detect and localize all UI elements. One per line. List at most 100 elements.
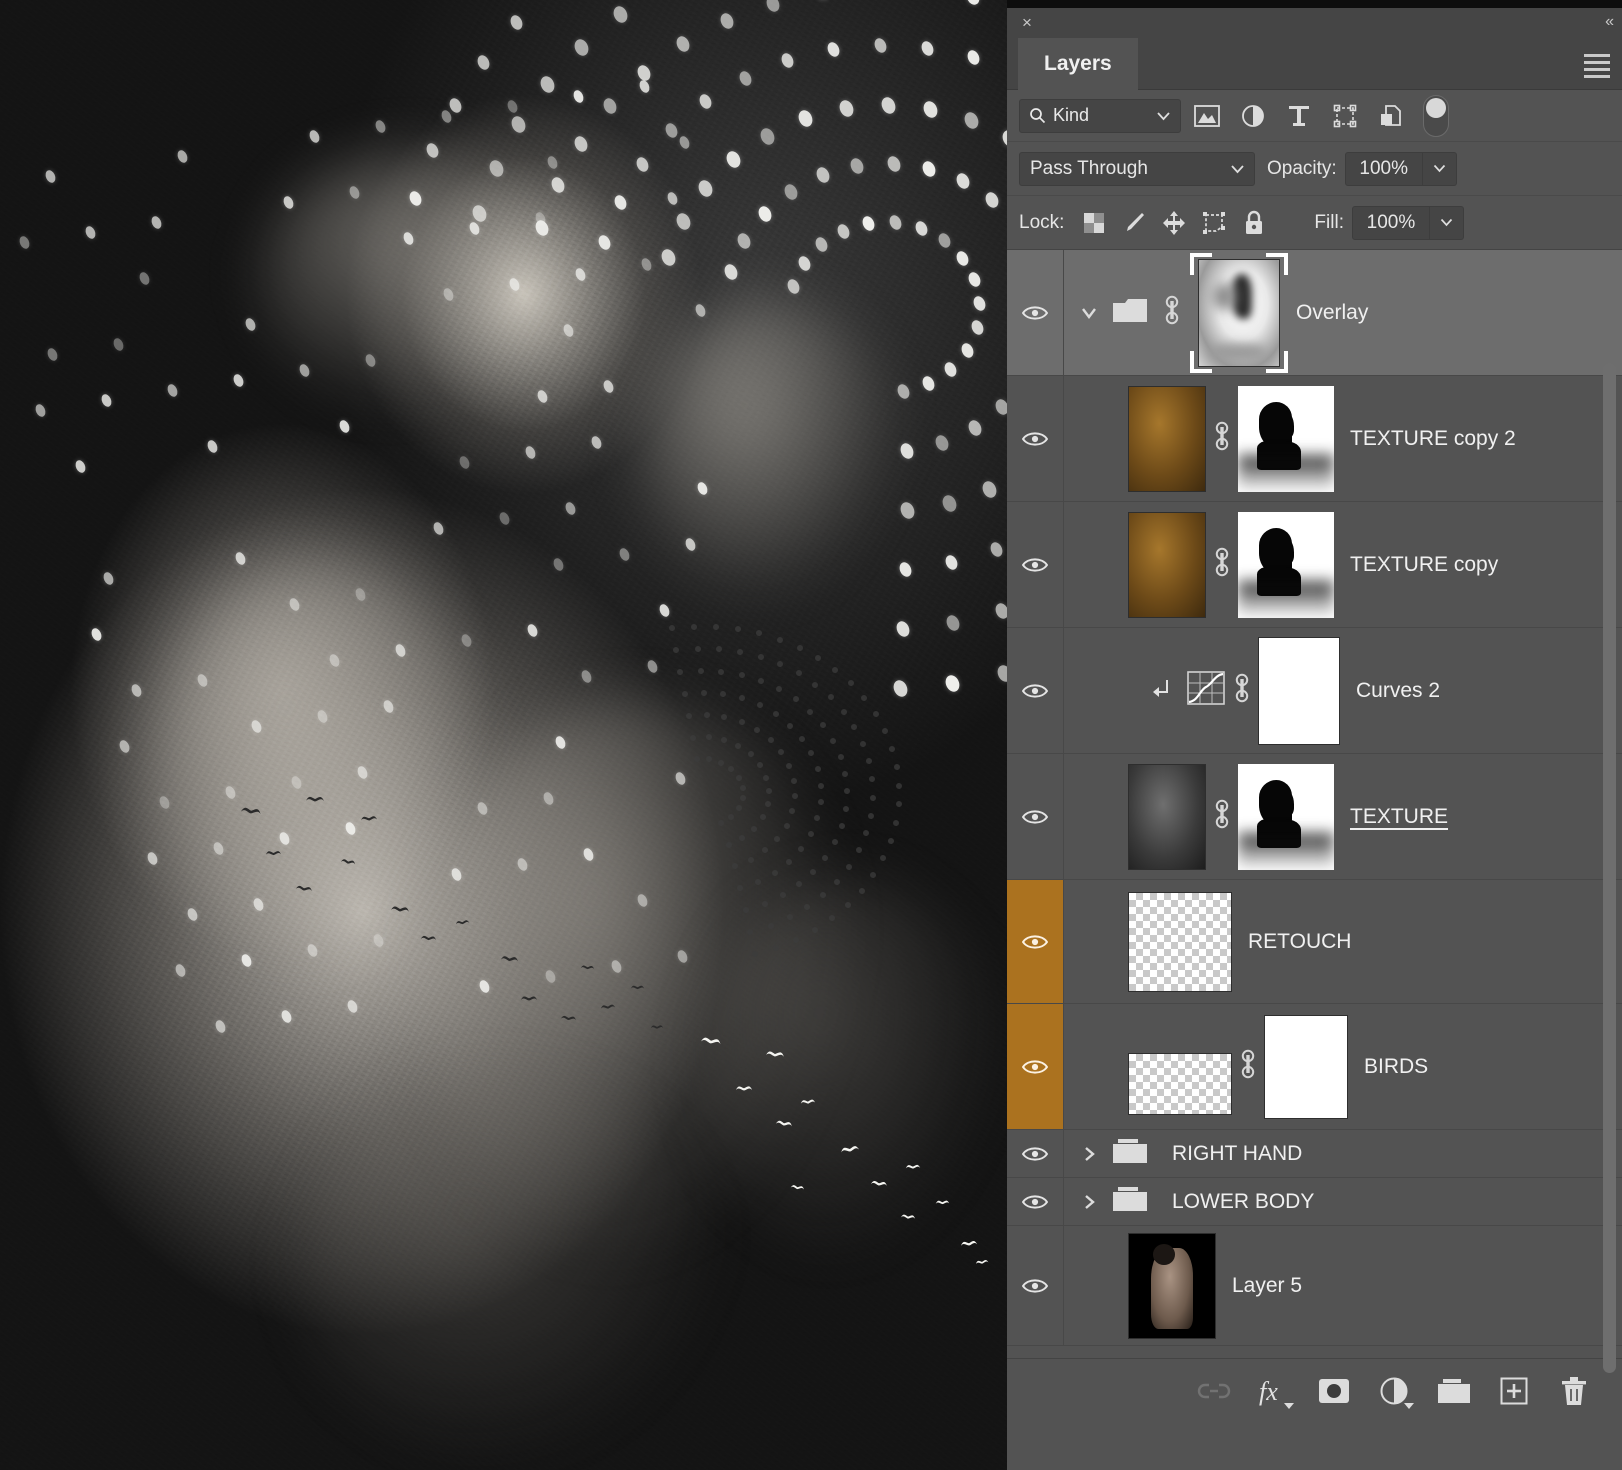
group-folder-icon[interactable]	[1112, 1185, 1148, 1218]
group-mask-thumbnail[interactable]	[1198, 259, 1280, 367]
layer-name-label[interactable]: TEXTURE copy	[1350, 553, 1498, 577]
layer-row-content[interactable]: RETOUCH	[1064, 880, 1622, 1003]
layer-row-content[interactable]: BIRDS	[1064, 1004, 1622, 1129]
tab-layers[interactable]: Layers	[1018, 38, 1138, 90]
layer-name-label[interactable]: TEXTURE copy 2	[1350, 427, 1516, 451]
group-disclosure-triangle[interactable]	[1074, 306, 1104, 320]
layer-thumbnail[interactable]	[1128, 1233, 1216, 1339]
layer-visibility-toggle[interactable]	[1007, 1178, 1064, 1225]
lock-artboard-nesting-icon[interactable]	[1194, 206, 1234, 240]
layer-name-label[interactable]: RETOUCH	[1248, 930, 1351, 954]
mask-link-icon[interactable]	[1163, 293, 1181, 332]
layer-visibility-toggle[interactable]	[1007, 1004, 1064, 1129]
layer-mask-thumbnail[interactable]	[1238, 512, 1334, 618]
filter-enable-toggle[interactable]	[1423, 95, 1449, 137]
group-disclosure-triangle[interactable]	[1074, 1145, 1104, 1163]
filter-kind-select[interactable]: Kind	[1019, 99, 1181, 133]
layer-name-label[interactable]: RIGHT HAND	[1172, 1142, 1302, 1166]
layer-thumbnail[interactable]	[1128, 386, 1206, 492]
layer-name-label[interactable]: Overlay	[1296, 301, 1368, 325]
layer-row[interactable]: Overlay	[1007, 250, 1622, 376]
layer-thumbnail[interactable]	[1128, 764, 1206, 870]
filter-kind-label: Kind	[1053, 105, 1089, 126]
fill-stepper[interactable]	[1430, 206, 1464, 240]
mask-link-icon[interactable]	[1233, 671, 1251, 710]
layer-visibility-toggle[interactable]	[1007, 1130, 1064, 1177]
layer-name-label[interactable]: Curves 2	[1356, 679, 1440, 703]
layer-visibility-toggle[interactable]	[1007, 628, 1064, 753]
mask-link-icon[interactable]	[1213, 797, 1231, 836]
layer-name-label[interactable]: TEXTURE	[1350, 805, 1448, 829]
blend-mode-select[interactable]: Pass Through	[1019, 152, 1255, 186]
group-folder-icon[interactable]	[1112, 1137, 1148, 1170]
new-group-button[interactable]	[1424, 1369, 1484, 1413]
layer-visibility-toggle[interactable]	[1007, 502, 1064, 627]
layer-visibility-toggle[interactable]	[1007, 1226, 1064, 1345]
lock-transparent-pixels-icon[interactable]	[1074, 206, 1114, 240]
filter-shape-icon[interactable]	[1325, 99, 1365, 133]
folder-icon	[1112, 1185, 1148, 1213]
layer-row-content[interactable]: Curves 2	[1064, 628, 1622, 753]
layer-row-content[interactable]: TEXTURE copy 2	[1064, 376, 1622, 501]
layer-row[interactable]: LOWER BODY	[1007, 1178, 1622, 1226]
layer-row[interactable]: Curves 2	[1007, 628, 1622, 754]
layer-row[interactable]: RETOUCH	[1007, 880, 1622, 1004]
layer-visibility-toggle[interactable]	[1007, 880, 1064, 1003]
layer-row-content[interactable]: TEXTURE	[1064, 754, 1622, 879]
layer-style-fx-button[interactable]: fx	[1244, 1369, 1304, 1413]
link-mask-icon	[1213, 545, 1231, 579]
layer-row-content[interactable]: RIGHT HAND	[1064, 1130, 1622, 1177]
layer-row[interactable]: TEXTURE copy	[1007, 502, 1622, 628]
layer-row-content[interactable]: Layer 5	[1064, 1226, 1622, 1345]
mask-link-icon[interactable]	[1213, 419, 1231, 458]
lock-image-pixels-icon[interactable]	[1114, 206, 1154, 240]
lock-all-icon[interactable]	[1234, 206, 1274, 240]
mask-link-icon[interactable]	[1213, 545, 1231, 584]
lock-position-icon[interactable]	[1154, 206, 1194, 240]
layer-visibility-toggle[interactable]	[1007, 754, 1064, 879]
layer-name-label[interactable]: LOWER BODY	[1172, 1190, 1314, 1214]
photoshop-window: × « Layers Kind	[0, 0, 1622, 1470]
layer-mask-thumbnail[interactable]	[1238, 764, 1334, 870]
layer-mask-thumbnail[interactable]	[1264, 1015, 1348, 1119]
collapse-panel-icon[interactable]: «	[1605, 13, 1612, 31]
group-mask-thumbnail-wrap[interactable]	[1198, 259, 1280, 367]
layer-row[interactable]: TEXTURE	[1007, 754, 1622, 880]
layer-row[interactable]: Layer 5	[1007, 1226, 1622, 1346]
layer-mask-thumbnail[interactable]	[1238, 386, 1334, 492]
layer-row[interactable]: RIGHT HAND	[1007, 1130, 1622, 1178]
layer-mask-thumbnail[interactable]	[1258, 637, 1340, 745]
filter-type-icon[interactable]	[1279, 99, 1319, 133]
opacity-input[interactable]: 100%	[1345, 152, 1423, 186]
filter-pixel-icon[interactable]	[1187, 99, 1227, 133]
layer-list-scrollbar[interactable]	[1603, 363, 1616, 1373]
filter-adjustment-icon[interactable]	[1233, 99, 1273, 133]
opacity-stepper[interactable]	[1423, 152, 1457, 186]
delete-layer-button[interactable]	[1544, 1369, 1604, 1413]
layer-row-content[interactable]: LOWER BODY	[1064, 1178, 1622, 1225]
layer-thumbnail[interactable]	[1128, 1053, 1232, 1115]
close-icon[interactable]: ×	[1018, 14, 1036, 32]
layer-row-content[interactable]: Overlay	[1064, 250, 1622, 375]
group-folder-icon[interactable]	[1112, 296, 1148, 329]
layer-thumbnail[interactable]	[1128, 512, 1206, 618]
fill-input[interactable]: 100%	[1352, 206, 1430, 240]
group-disclosure-triangle[interactable]	[1074, 1193, 1104, 1211]
layer-thumbnail[interactable]	[1128, 892, 1232, 992]
layer-name-label[interactable]: Layer 5	[1232, 1274, 1302, 1298]
panel-menu-icon[interactable]	[1584, 54, 1610, 74]
layer-row[interactable]: TEXTURE copy 2	[1007, 376, 1622, 502]
add-layer-mask-button[interactable]	[1304, 1369, 1364, 1413]
curves-thumbnail[interactable]	[1186, 670, 1226, 711]
filter-smart-object-icon[interactable]	[1371, 99, 1411, 133]
mask-link-icon[interactable]	[1239, 1047, 1257, 1086]
layer-visibility-toggle[interactable]	[1007, 250, 1064, 375]
layer-row[interactable]: BIRDS	[1007, 1004, 1622, 1130]
new-adjustment-layer-button[interactable]	[1364, 1369, 1424, 1413]
layer-list[interactable]: Overlay TEXTURE copy 2 TEXTURE copy Curves …	[1007, 250, 1622, 1358]
layer-visibility-toggle[interactable]	[1007, 376, 1064, 501]
layer-name-label[interactable]: BIRDS	[1364, 1055, 1428, 1079]
new-layer-button[interactable]	[1484, 1369, 1544, 1413]
document-canvas[interactable]	[0, 0, 1007, 1470]
layer-row-content[interactable]: TEXTURE copy	[1064, 502, 1622, 627]
